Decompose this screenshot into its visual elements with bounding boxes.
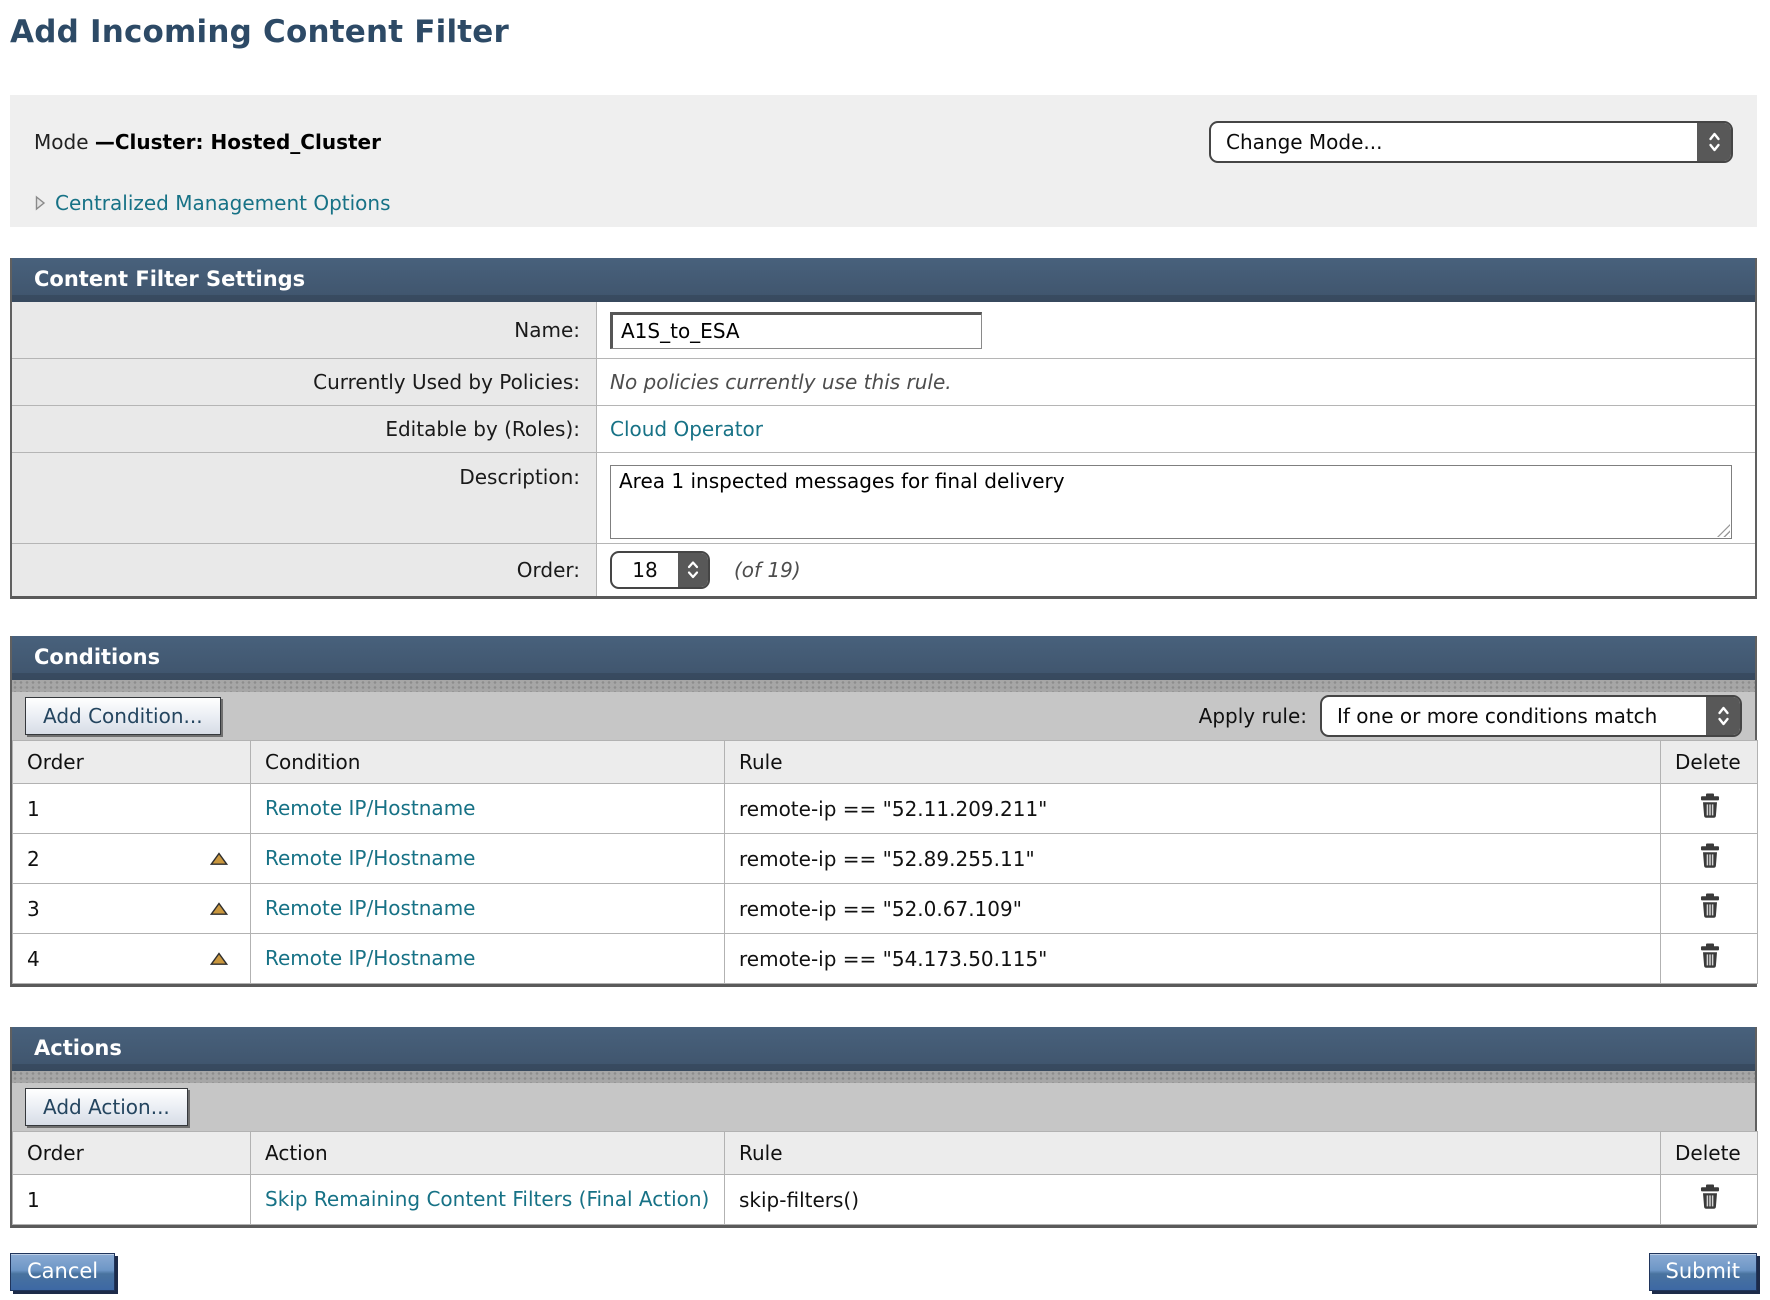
column-header-order: Order [13,1132,251,1175]
delete-icon[interactable] [1698,843,1722,869]
mode-text: Mode —Cluster: Hosted_Cluster [34,130,381,154]
column-header-delete: Delete [1661,1132,1758,1175]
row-order-number: 1 [27,797,40,821]
mode-value: —Cluster: Hosted_Cluster [95,130,381,154]
policies-label: Currently Used by Policies: [12,359,597,405]
condition-rule-text: remote-ip == "52.11.209.211" [739,797,1047,821]
texture-strip [12,1071,1755,1083]
select-spinner-icon [1706,697,1740,735]
condition-row: 4 Remote IP/Hostname remote-ip == "54.17… [13,934,1758,984]
select-spinner-icon [678,553,708,587]
name-label: Name: [12,302,597,358]
action-rule-text: skip-filters() [739,1188,859,1212]
condition-row: 3 Remote IP/Hostname remote-ip == "52.0.… [13,884,1758,934]
disclosure-triangle-icon[interactable] [34,195,46,211]
cancel-button[interactable]: Cancel [10,1253,115,1291]
actions-table: Order Action Rule Delete 1 Skip Remainin… [12,1131,1758,1225]
row-order-number: 1 [27,1188,40,1212]
add-condition-button[interactable]: Add Condition... [25,697,221,735]
centralized-management-options-link[interactable]: Centralized Management Options [55,191,391,215]
roles-label: Editable by (Roles): [12,406,597,452]
action-row: 1 Skip Remaining Content Filters (Final … [13,1175,1758,1225]
condition-link[interactable]: Remote IP/Hostname [265,946,475,970]
order-label: Order: [12,544,597,596]
actions-section: Actions Add Action... Order Action Rule … [10,1027,1757,1228]
mode-label: Mode [34,130,95,154]
page-title: Add Incoming Content Filter [10,14,1757,50]
conditions-section-header: Conditions [12,636,1755,680]
move-up-icon[interactable] [210,952,228,965]
texture-strip [12,680,1755,692]
description-label: Description: [12,453,597,543]
delete-icon[interactable] [1698,1184,1722,1210]
description-input[interactable]: Area 1 inspected messages for final deli… [610,465,1732,539]
condition-rule-text: remote-ip == "52.0.67.109" [739,897,1022,921]
column-header-delete: Delete [1661,741,1758,784]
condition-link[interactable]: Remote IP/Hostname [265,896,475,920]
row-order-number: 2 [27,847,40,871]
column-header-action: Action [251,1132,725,1175]
order-total: (of 19) [734,558,801,582]
condition-link[interactable]: Remote IP/Hostname [265,796,475,820]
order-select[interactable]: 18 [610,551,710,589]
condition-rule-text: remote-ip == "54.173.50.115" [739,947,1047,971]
delete-icon[interactable] [1698,943,1722,969]
add-action-button[interactable]: Add Action... [25,1088,188,1126]
apply-rule-label: Apply rule: [1199,704,1307,728]
settings-section-header: Content Filter Settings [12,258,1755,302]
content-filter-settings-section: Content Filter Settings Name: Currently … [10,258,1757,599]
name-input[interactable] [610,312,982,349]
content-filter-page: Add Incoming Content Filter Mode —Cluste… [10,14,1757,1291]
apply-rule-select[interactable]: If one or more conditions match [1320,695,1742,737]
column-header-rule: Rule [725,1132,1661,1175]
delete-icon[interactable] [1698,793,1722,819]
policies-value: No policies currently use this rule. [610,370,952,394]
move-up-icon[interactable] [210,852,228,865]
conditions-table: Order Condition Rule Delete 1 Remote IP/… [12,740,1758,984]
condition-row: 1 Remote IP/Hostname remote-ip == "52.11… [13,784,1758,834]
action-link[interactable]: Skip Remaining Content Filters (Final Ac… [265,1187,709,1211]
delete-icon[interactable] [1698,893,1722,919]
row-order-number: 3 [27,897,40,921]
column-header-rule: Rule [725,741,1661,784]
actions-section-header: Actions [12,1027,1755,1071]
condition-link[interactable]: Remote IP/Hostname [265,846,475,870]
condition-row: 2 Remote IP/Hostname remote-ip == "52.89… [13,834,1758,884]
conditions-section: Conditions Add Condition... Apply rule: … [10,636,1757,987]
row-order-number: 4 [27,947,40,971]
submit-button[interactable]: Submit [1649,1253,1758,1291]
select-spinner-icon [1697,123,1731,161]
move-up-icon[interactable] [210,902,228,915]
change-mode-select[interactable]: Change Mode... [1209,121,1733,163]
column-header-condition: Condition [251,741,725,784]
roles-link[interactable]: Cloud Operator [610,417,763,441]
condition-rule-text: remote-ip == "52.89.255.11" [739,847,1035,871]
mode-panel: Mode —Cluster: Hosted_Cluster Change Mod… [10,95,1757,227]
column-header-order: Order [13,741,251,784]
